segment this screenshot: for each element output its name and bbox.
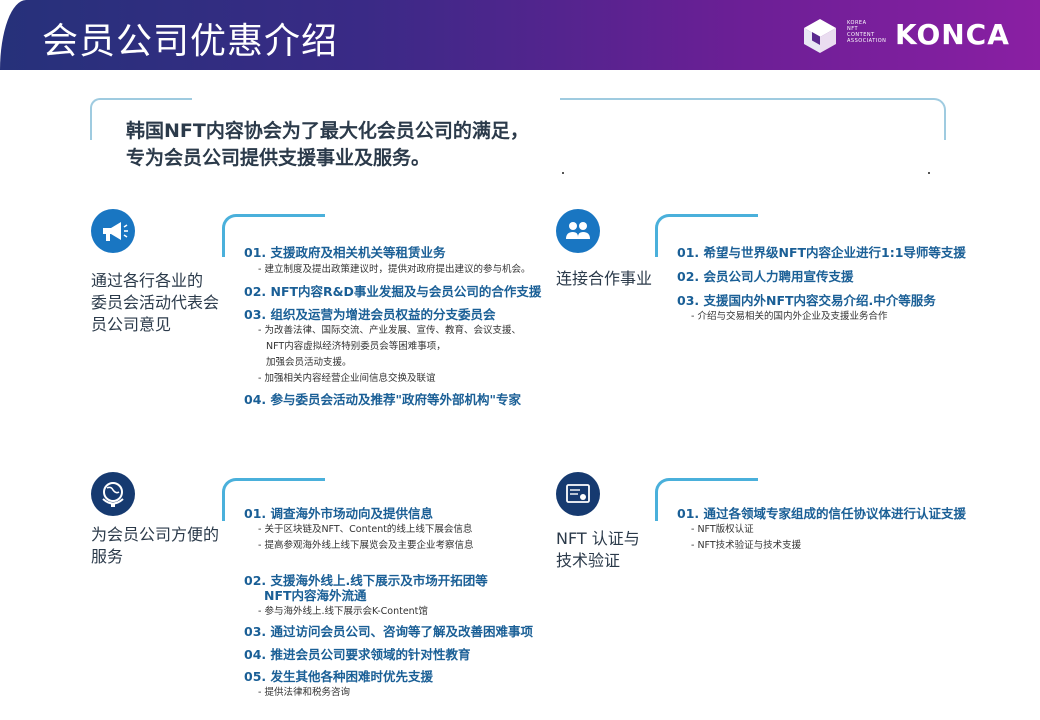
category-label-line: NFT 认证与 (556, 529, 640, 548)
megaphone-icon (91, 209, 135, 253)
item-title: 01. 通过各领域专家组成的信任协议体进行认证支援 (677, 506, 966, 521)
item-title: 01. 调查海外市场动向及提供信息 (244, 506, 433, 521)
item-title: 05. 发生其他各种困难时优先支援 (244, 669, 433, 684)
category-label-cooperation: 连接合作事业 (556, 268, 652, 290)
intro-line: 韩国NFT内容协会为了最大化会员公司的满足， (126, 120, 529, 142)
item-sub: - 介绍与交易相关的国内外企业及支援业务合作 (691, 311, 888, 322)
item-sub: - 提高参观海外线上线下展览会及主要企业考察信息 (258, 540, 474, 551)
item-title: 01. 支援政府及相关机关等租赁业务 (244, 245, 446, 260)
logo-subtext: KOREA NFT CONTENT ASSOCIATION (847, 20, 886, 44)
header-banner: 会员公司优惠介绍 KOREA NFT CONTENT ASSOCIATION K… (0, 0, 1040, 70)
category-label-line: 通过各行各业的 (91, 271, 204, 290)
globe-icon (91, 472, 135, 516)
item-title: 04. 推进会员公司要求领域的针对性教育 (244, 647, 471, 662)
intro-text: 韩国NFT内容协会为了最大化会员公司的满足， 专为会员公司提供支援事业及服务。 (126, 118, 529, 172)
item-title: 02. NFT内容R&D事业发掘及与会员公司的合作支援 (244, 284, 542, 299)
category-label-service: 为会员公司方便的 服务 (91, 524, 219, 568)
item-sub: - 参与海外线上.线下展示会K-Content馆 (258, 606, 428, 617)
item-sub: - 为改善法律、国际交流、产业发展、宣传、教育、会议支援、 (258, 325, 521, 336)
item-sub: - 建立制度及提出政策建议时，提供对政府提出建议的参与机会。 (258, 264, 531, 275)
item-title: 02. 会员公司人力聘用宣传支援 (677, 269, 854, 284)
category-label-certification: NFT 认证与 技术验证 (556, 528, 640, 572)
certificate-icon (556, 472, 600, 516)
category-label-line: 服务 (91, 547, 124, 566)
intro-line: 专为会员公司提供支援事业及服务。 (126, 147, 431, 169)
category-label-committee: 通过各行各业的 委员会活动代表会 员公司意见 (91, 270, 219, 336)
category-label-line: 为会员公司方便的 (91, 525, 220, 544)
panel-cooperation: 01. 希望与世界级NFT内容企业进行1:1导师等支援 02. 会员公司人力聘用… (655, 214, 985, 334)
item-sub: - 加强相关内容经营企业间信息交换及联谊 (258, 373, 436, 384)
panel-service: 01. 调查海外市场动向及提供信息 - 关于区块链及NFT、Content的线上… (222, 478, 552, 698)
item-title: 03. 支援国内外NFT内容交易介绍.中介等服务 (677, 293, 936, 308)
panel-committee: 01. 支援政府及相关机关等租赁业务 - 建立制度及提出政策建议时，提供对政府提… (222, 214, 542, 414)
item-title: 01. 希望与世界级NFT内容企业进行1:1导师等支援 (677, 245, 966, 260)
decor-dot (928, 172, 930, 174)
logo-subtext-line: ASSOCIATION (847, 38, 887, 44)
item-sub: - 关于区块链及NFT、Content的线上线下展会信息 (258, 524, 473, 535)
intro-frame-right (560, 98, 946, 140)
category-label-line: 员公司意见 (91, 315, 172, 334)
item-sub: NFT内容虚拟经济特别委员会等困难事项， (266, 341, 446, 352)
item-sub: - NFT技术验证与技术支援 (691, 540, 802, 551)
decor-dot (562, 172, 564, 174)
cube-logo-icon (804, 19, 836, 53)
item-sub: 加强会员活动支援。 (266, 357, 352, 368)
item-title: 03. 组织及运营为增进会员权益的分支委员会 (244, 307, 496, 322)
category-label-line: 委员会活动代表会 (91, 293, 220, 312)
logo-wordmark: KONCA (895, 18, 1010, 51)
item-title: 03. 通过访问会员公司、咨询等了解及改善困难事项 (244, 624, 533, 639)
handshake-icon (556, 209, 600, 253)
item-sub: - NFT版权认证 (691, 524, 754, 535)
item-sub: - 提供法律和税务咨询 (258, 687, 350, 698)
konca-logo: KOREA NFT CONTENT ASSOCIATION KONCA (803, 16, 1023, 56)
page-title: 会员公司优惠介绍 (42, 21, 339, 62)
item-title: 04. 参与委员会活动及推荐"政府等外部机构"专家 (244, 392, 522, 407)
panel-certification: 01. 通过各领域专家组成的信任协议体进行认证支援 - NFT版权认证 - NF… (655, 478, 985, 578)
category-label-line: 技术验证 (556, 551, 621, 570)
category-label-line: 连接合作事业 (556, 269, 653, 288)
item-title: NFT内容海外流通 (264, 588, 367, 603)
